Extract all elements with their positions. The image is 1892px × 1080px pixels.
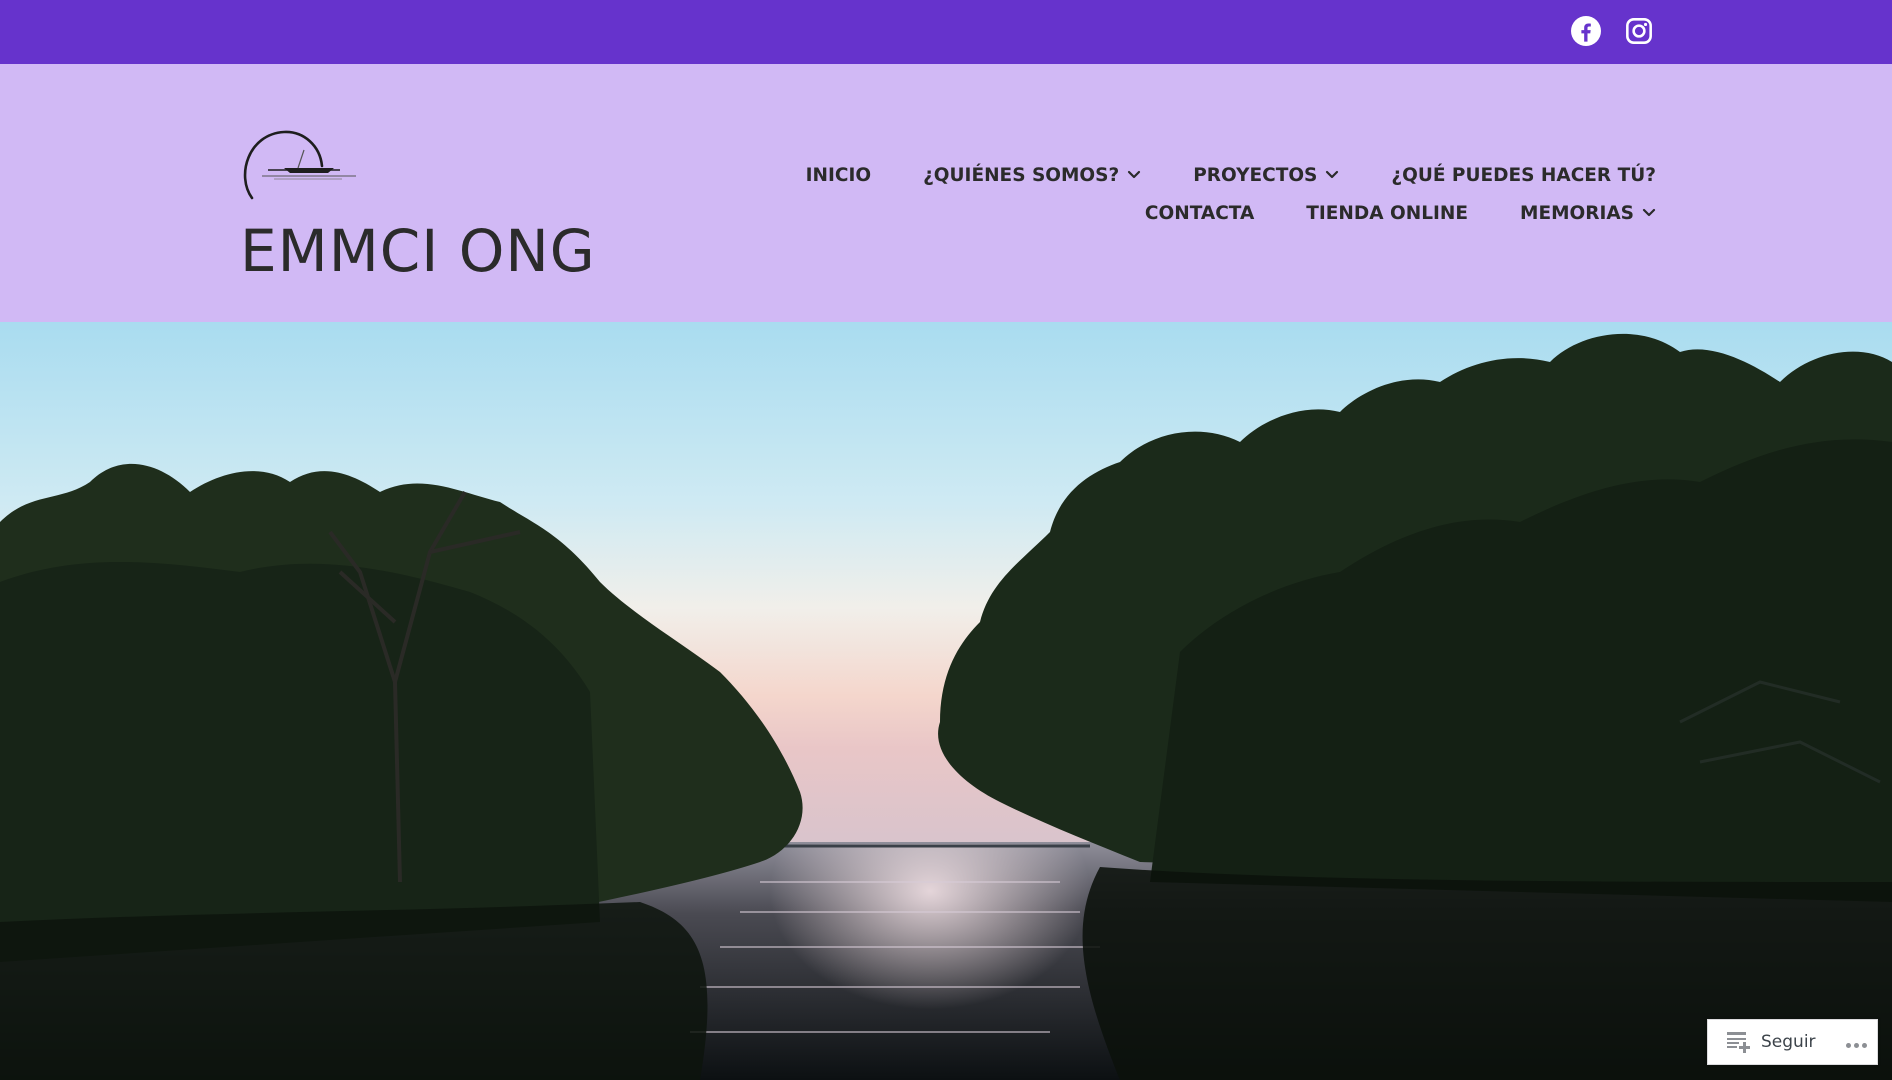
more-options-button[interactable] bbox=[1843, 1032, 1867, 1052]
nav-item-tienda-online[interactable]: TIENDA ONLINE bbox=[1306, 198, 1468, 228]
nav-item-label: ¿QUIÉNES SOMOS? bbox=[923, 164, 1120, 186]
instagram-link[interactable] bbox=[1622, 14, 1656, 48]
boat-sunset-logo-icon bbox=[243, 130, 356, 200]
chevron-down-icon bbox=[1325, 170, 1339, 180]
nav-item-proyectos[interactable]: PROYECTOS bbox=[1193, 160, 1339, 190]
ellipsis-icon bbox=[1843, 1033, 1867, 1052]
page: EMMCI ONG INICIO ¿QUIÉNES SOMOS? PROYECT… bbox=[0, 0, 1892, 1080]
nav-item-contacta[interactable]: CONTACTA bbox=[1145, 198, 1254, 228]
follow-label: Seguir bbox=[1761, 1032, 1816, 1052]
river-sunset-mangrove-photo bbox=[0, 322, 1892, 1080]
nav-item-que-puedes-hacer[interactable]: ¿QUÉ PUEDES HACER TÚ? bbox=[1391, 160, 1656, 190]
site-logo[interactable] bbox=[240, 126, 364, 204]
nav-item-label: MEMORIAS bbox=[1520, 202, 1634, 224]
nav-item-quienes-somos[interactable]: ¿QUIÉNES SOMOS? bbox=[923, 160, 1141, 190]
nav-row-2: CONTACTA TIENDA ONLINE MEMORIAS bbox=[1145, 198, 1656, 228]
nav-item-label: PROYECTOS bbox=[1193, 164, 1318, 186]
reader-follow-icon bbox=[1727, 1032, 1750, 1053]
facebook-link[interactable] bbox=[1569, 14, 1603, 48]
follow-button[interactable]: Seguir bbox=[1708, 1020, 1828, 1064]
social-bar bbox=[0, 0, 1892, 64]
nav-item-label: INICIO bbox=[805, 164, 872, 186]
nav-row-1: INICIO ¿QUIÉNES SOMOS? PROYECTOS ¿QUÉ PU… bbox=[806, 160, 1656, 190]
site-title[interactable]: EMMCI ONG bbox=[240, 222, 596, 280]
chevron-down-icon bbox=[1127, 170, 1141, 180]
facebook-icon bbox=[1571, 16, 1601, 46]
nav-item-label: ¿QUÉ PUEDES HACER TÚ? bbox=[1391, 164, 1656, 186]
nav-item-inicio[interactable]: INICIO bbox=[806, 160, 871, 190]
nav-item-memorias[interactable]: MEMORIAS bbox=[1520, 198, 1656, 228]
hero-image bbox=[0, 322, 1892, 1080]
instagram-icon bbox=[1626, 18, 1652, 44]
nav-item-label: CONTACTA bbox=[1144, 202, 1255, 224]
chevron-down-icon bbox=[1642, 208, 1656, 218]
site-header: EMMCI ONG INICIO ¿QUIÉNES SOMOS? PROYECT… bbox=[0, 64, 1892, 322]
nav-item-label: TIENDA ONLINE bbox=[1306, 202, 1469, 224]
follow-widget: Seguir bbox=[1707, 1019, 1878, 1065]
